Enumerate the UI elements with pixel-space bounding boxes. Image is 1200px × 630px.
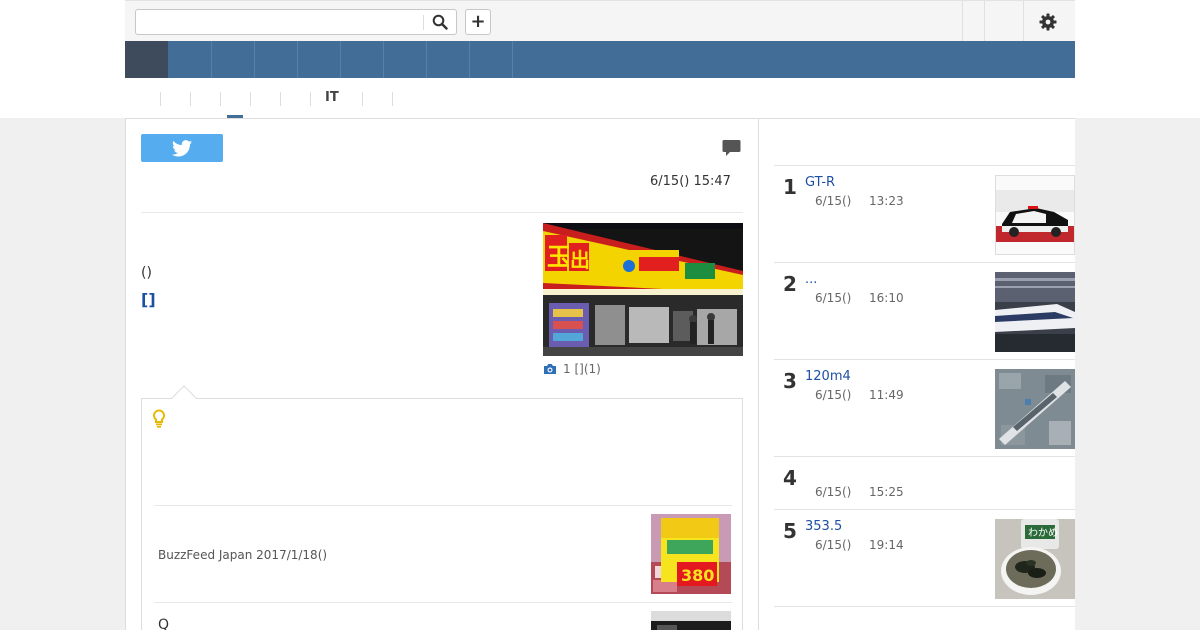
sub-category-nav: IT (125, 78, 1075, 118)
rank-number: 5 (783, 519, 797, 543)
nav-divider (297, 41, 298, 78)
twitter-icon (172, 139, 192, 156)
police-car-image (996, 176, 1074, 254)
rank-thumbnail[interactable] (995, 272, 1075, 352)
rank-number: 3 (783, 369, 797, 393)
toolbar-divider (984, 1, 985, 41)
camera-icon (544, 364, 556, 374)
settings-button[interactable] (1037, 11, 1059, 33)
aerial-view-image (995, 369, 1075, 449)
rank-thumbnail[interactable]: わかめ (995, 519, 1075, 599)
subnav-divider (280, 92, 281, 106)
rank-title[interactable]: 353.5 (805, 519, 842, 534)
rank-time: 16:10 (869, 291, 904, 305)
search-icon (432, 14, 448, 30)
rank-title[interactable]: 120m4 (805, 369, 851, 384)
nav-divider (426, 41, 427, 78)
search-box[interactable] (135, 9, 457, 35)
related-article-thumbnail[interactable]: 380 (651, 514, 731, 594)
nav-home-tab[interactable] (125, 41, 168, 78)
nav-divider (211, 41, 212, 78)
rank-number: 2 (783, 272, 797, 296)
divider (774, 359, 1075, 360)
divider (774, 165, 1075, 166)
rank-thumbnail[interactable] (995, 369, 1075, 449)
comment-button[interactable] (722, 139, 741, 161)
svg-text:出: 出 (570, 248, 590, 272)
article-datetime: 6/15() 15:47 (650, 174, 731, 189)
svg-text:わかめ: わかめ (1028, 527, 1058, 539)
svg-text:380: 380 (681, 566, 714, 585)
subnav-divider (250, 92, 251, 106)
rank-date: 6/15() (815, 388, 852, 402)
article-photo[interactable]: 玉 出 (543, 223, 743, 356)
related-articles-box: BuzzFeed Japan 2017/1/18() 380 Q (141, 385, 743, 630)
svg-text:玉: 玉 (547, 243, 571, 271)
comment-icon (722, 140, 741, 156)
search-button[interactable] (424, 10, 456, 34)
rank-number: 4 (783, 466, 797, 490)
divider (154, 602, 732, 603)
rank-time: 19:14 (869, 538, 904, 552)
supermarket-sign-image: 380 (651, 514, 731, 594)
rank-date: 6/15() (815, 291, 852, 305)
rank-time: 11:49 (869, 388, 904, 402)
article-text: () (141, 265, 152, 281)
rank-date: 6/15() (815, 538, 852, 552)
twitter-share-button[interactable] (141, 134, 223, 162)
nav-divider (469, 41, 470, 78)
subnav-divider (392, 92, 393, 106)
nav-divider (340, 41, 341, 78)
divider (154, 505, 732, 506)
rank-number: 1 (783, 175, 797, 199)
rank-date: 6/15() (815, 194, 852, 208)
lightbulb-icon (153, 409, 165, 428)
toolbar-divider (962, 1, 963, 41)
top-toolbar: + (125, 0, 1075, 41)
divider (774, 606, 1075, 607)
ranking-sidebar: 1 GT-R 6/15() 13:23 2 ... 6/15() 16:10 3… (759, 118, 1075, 630)
rank-title[interactable]: GT-R (805, 175, 835, 190)
divider (774, 456, 1075, 457)
rank-date: 6/15() (815, 485, 852, 499)
related-article-source[interactable]: BuzzFeed Japan 2017/1/18() (158, 548, 327, 562)
rank-time: 13:23 (869, 194, 904, 208)
photo-caption-text: 1 [](1) (563, 362, 601, 376)
nav-divider (383, 41, 384, 78)
subnav-item-it[interactable]: IT (325, 90, 339, 105)
subnav-divider (310, 92, 311, 106)
divider (774, 509, 1075, 510)
dark-photo-image (651, 611, 731, 630)
subnav-divider (220, 92, 221, 106)
seaweed-cup-image: わかめ (995, 519, 1075, 599)
rank-title[interactable]: ... (805, 272, 817, 287)
related-article-thumbnail[interactable] (651, 611, 731, 630)
subnav-divider (190, 92, 191, 106)
article-link[interactable]: [] (141, 290, 156, 309)
rank-thumbnail[interactable] (995, 175, 1075, 255)
divider (774, 262, 1075, 263)
box-notch (171, 385, 197, 411)
add-button[interactable]: + (465, 9, 491, 35)
bullet-train-image (995, 272, 1075, 352)
article-panel: 6/15() 15:47 () [] 玉 出 1 [](1) BuzzFeed … (125, 118, 759, 630)
store-photo-image: 玉 出 (543, 223, 743, 356)
search-input[interactable] (136, 10, 422, 34)
nav-divider (512, 41, 513, 78)
nav-divider (254, 41, 255, 78)
subnav-divider (160, 92, 161, 106)
gear-icon (1039, 13, 1057, 31)
photo-caption[interactable]: 1 [](1) (543, 362, 601, 376)
toolbar-divider (1023, 1, 1024, 41)
subnav-divider (362, 92, 363, 106)
category-nav (125, 41, 1075, 78)
divider (141, 212, 743, 213)
rank-time: 15:25 (869, 485, 904, 499)
related-article-title[interactable]: Q (158, 617, 169, 630)
lightbulb-icon-wrap (152, 409, 166, 432)
